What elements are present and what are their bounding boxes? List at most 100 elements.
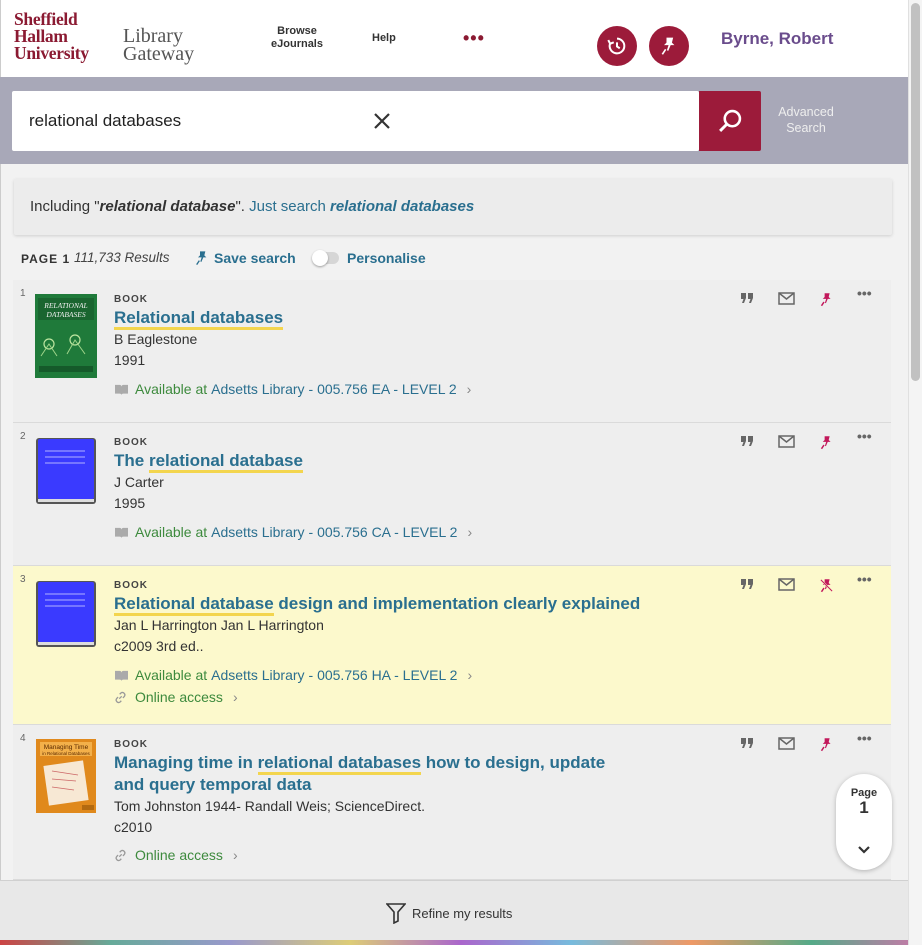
refine-bar: Refine my results	[0, 880, 908, 940]
more-menu-icon[interactable]: •••	[463, 28, 485, 49]
results-toolbar: PAGE 1 111,733 Results Save search Perso…	[21, 250, 721, 270]
including-notice: Including "relational database". Just se…	[14, 179, 892, 235]
more-actions-icon[interactable]: •••	[857, 571, 872, 587]
result-title-link[interactable]: The relational database	[114, 450, 614, 473]
email-icon[interactable]	[778, 578, 795, 591]
pin-icon	[661, 37, 675, 55]
result-type: BOOK	[114, 294, 148, 305]
citation-icon[interactable]	[740, 435, 754, 447]
book-open-icon	[115, 384, 128, 395]
search-bar: relational databases Advanced Search	[0, 77, 908, 164]
result-title-link[interactable]: Relational databases	[114, 307, 614, 330]
result-title-link[interactable]: Managing time in relational databases ho…	[114, 752, 624, 796]
link-icon	[115, 691, 126, 703]
book-cover[interactable]	[35, 580, 97, 650]
clear-icon[interactable]	[370, 109, 394, 133]
refine-results-button[interactable]: Refine my results	[386, 902, 512, 924]
book-cover[interactable]: Managing Time in Relational Databases	[35, 739, 97, 813]
availability-link[interactable]: Available at Adsetts Library - 005.756 H…	[114, 667, 472, 683]
result-date: c2010	[114, 819, 153, 835]
personalise-toggle[interactable]: Personalise	[312, 250, 426, 266]
email-icon[interactable]	[778, 292, 795, 305]
online-access-link[interactable]: Online access ›	[114, 847, 238, 863]
result-author: Jan L Harrington Jan L Harrington	[114, 617, 324, 633]
pinned-items-button[interactable]	[649, 26, 689, 66]
availability-link[interactable]: Available at Adsetts Library - 005.756 E…	[114, 381, 471, 397]
including-term: relational database	[99, 198, 236, 215]
result-item[interactable]: 4 Managing Time in Relational Databases …	[13, 725, 891, 880]
search-button[interactable]	[699, 91, 761, 151]
just-search-link[interactable]: Just search relational databases	[249, 198, 474, 215]
results-count: 111,733 Results	[74, 250, 170, 265]
logo-subtitle: Library Gateway	[123, 25, 195, 65]
book-cover[interactable]	[35, 437, 97, 507]
result-item[interactable]: 3 BOOK Relational database design and im…	[13, 566, 891, 725]
email-icon[interactable]	[778, 435, 795, 448]
chevron-right-icon: ›	[466, 381, 472, 397]
toggle-switch[interactable]	[312, 250, 339, 266]
nav-browse-ejournals[interactable]: Browse eJournals	[261, 25, 333, 51]
chevron-right-icon: ›	[232, 847, 238, 863]
result-date: 1995	[114, 495, 146, 511]
pin-icon[interactable]	[819, 292, 834, 307]
user-account[interactable]: Byrne, Robert	[721, 29, 833, 49]
search-query[interactable]: relational databases	[29, 111, 181, 131]
result-item[interactable]: 2 BOOK The relational database J Carter …	[13, 423, 891, 566]
result-author: J Carter	[114, 474, 164, 490]
result-actions: •••	[736, 428, 876, 455]
citation-icon[interactable]	[740, 737, 754, 749]
pin-icon[interactable]	[819, 737, 834, 752]
unpin-icon[interactable]	[819, 578, 834, 593]
save-search-button[interactable]: Save search	[194, 250, 296, 266]
decorative-stripe	[0, 940, 922, 945]
more-actions-icon[interactable]: •••	[857, 730, 872, 746]
including-prefix: Including "	[30, 198, 100, 215]
chevron-down-icon[interactable]	[856, 844, 872, 856]
svg-text:in Relational Databases: in Relational Databases	[42, 751, 90, 756]
citation-icon[interactable]	[740, 578, 754, 590]
result-number: 4	[20, 733, 26, 744]
online-access-link[interactable]: Online access ›	[114, 689, 238, 705]
search-history-button[interactable]	[597, 26, 637, 66]
result-author: Tom Johnston 1944- Randall Weis; Science…	[114, 798, 426, 814]
chevron-right-icon: ›	[467, 524, 473, 540]
citation-icon[interactable]	[740, 292, 754, 304]
availability-link[interactable]: Available at Adsetts Library - 005.756 C…	[114, 524, 472, 540]
more-actions-icon[interactable]: •••	[857, 285, 872, 301]
advanced-search-link[interactable]: Advanced Search	[770, 104, 842, 136]
result-number: 2	[20, 431, 26, 442]
scrollbar[interactable]	[908, 0, 922, 945]
search-input[interactable]: relational databases	[12, 91, 699, 151]
result-type: BOOK	[114, 580, 148, 591]
chevron-right-icon: ›	[232, 689, 238, 705]
result-date: 1991	[114, 352, 146, 368]
university-logo[interactable]: Sheffield Hallam University Library Gate…	[14, 9, 195, 65]
result-actions: •••	[736, 285, 876, 312]
header: Sheffield Hallam University Library Gate…	[0, 0, 908, 77]
nav-help[interactable]: Help	[372, 32, 396, 44]
svg-text:Managing Time: Managing Time	[44, 744, 89, 751]
result-type: BOOK	[114, 437, 148, 448]
chevron-right-icon: ›	[467, 667, 473, 683]
result-item[interactable]: 1 RELATIONAL DATABASES BOOK Relational d…	[13, 280, 891, 423]
pin-icon	[196, 251, 207, 266]
page-indicator[interactable]: Page 1	[836, 774, 892, 870]
pin-icon[interactable]	[819, 435, 834, 450]
scrollbar-thumb[interactable]	[911, 3, 920, 381]
result-author: B Eaglestone	[114, 331, 198, 347]
result-number: 1	[20, 288, 26, 299]
email-icon[interactable]	[778, 737, 795, 750]
filter-icon	[386, 903, 406, 924]
logo-wordmark: Sheffield Hallam University	[14, 9, 89, 63]
book-cover[interactable]: RELATIONAL DATABASES	[35, 294, 97, 378]
result-actions: •••	[736, 571, 876, 598]
result-number: 3	[20, 574, 26, 585]
result-title-link[interactable]: Relational database design and implement…	[114, 593, 674, 616]
svg-text:RELATIONAL: RELATIONAL	[43, 301, 87, 310]
result-type: BOOK	[114, 739, 148, 750]
result-actions: •••	[736, 730, 876, 757]
book-open-icon	[115, 670, 128, 681]
page-indicator-number: 1	[859, 798, 869, 817]
more-actions-icon[interactable]: •••	[857, 428, 872, 444]
search-icon	[719, 109, 742, 132]
